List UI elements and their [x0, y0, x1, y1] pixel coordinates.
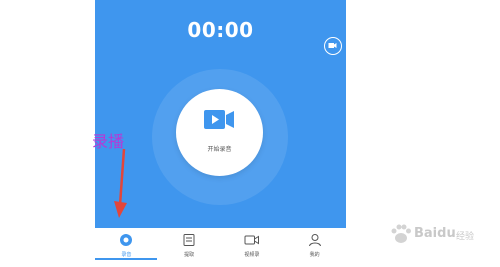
start-record-label: 开始录音 — [207, 146, 232, 153]
annotation-arrow — [114, 148, 127, 218]
bottom-tab-bar: 录音 提取 视频录 我的 — [95, 228, 346, 267]
start-record-button[interactable]: 开始录音 — [176, 89, 263, 176]
video-camera-icon[interactable] — [324, 37, 342, 55]
tab-record-label: 录音 — [121, 252, 132, 258]
extract-icon — [183, 234, 195, 246]
record-circle-icon — [120, 234, 133, 246]
tab-extract[interactable]: 提取 — [158, 228, 221, 267]
video-record-icon — [244, 235, 259, 245]
watermark-brand: Baidu — [414, 226, 456, 241]
user-icon — [308, 234, 321, 247]
watermark: Baidu 经验 — [390, 218, 500, 258]
tab-record[interactable]: 录音 — [95, 228, 158, 267]
tab-mine-label: 我的 — [309, 252, 320, 258]
phone-screen: 00:00 开始录音 录音 提取 视频录 我的 — [95, 0, 346, 267]
watermark-sub: 经验 — [456, 232, 475, 242]
video-camera-icon — [204, 110, 234, 129]
tab-mine[interactable]: 我的 — [283, 228, 346, 267]
recording-timer: 00:00 — [187, 18, 254, 42]
paw-logo-icon — [391, 224, 411, 243]
tab-video-record-label: 视频录 — [244, 252, 260, 258]
tab-extract-label: 提取 — [184, 252, 195, 258]
active-tab-indicator — [95, 258, 157, 260]
screenshot-canvas: 00:00 开始录音 录音 提取 视频录 我的 录播 Baidu 经验 — [0, 0, 500, 267]
tab-video-record[interactable]: 视频录 — [221, 228, 284, 267]
